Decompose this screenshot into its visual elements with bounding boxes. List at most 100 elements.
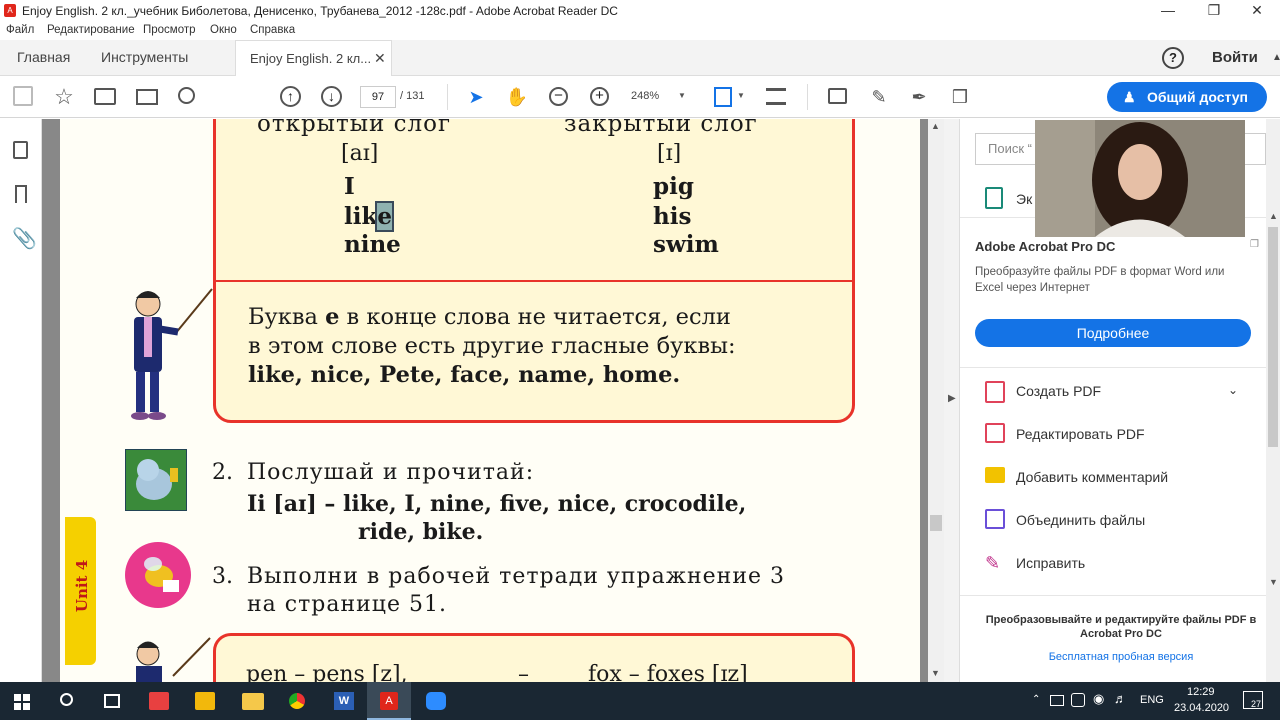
- tray-chevron-icon[interactable]: ⌃: [1032, 694, 1040, 705]
- highlight-pen-icon[interactable]: ✎: [867, 85, 891, 109]
- add-comment-icon[interactable]: [985, 467, 1005, 483]
- bookmark-star-icon[interactable]: ☆: [52, 85, 76, 109]
- document-scrollbar[interactable]: ▲ ▼: [928, 119, 944, 682]
- clock-time[interactable]: 12:29: [1187, 686, 1215, 698]
- zoom-app-icon[interactable]: [426, 692, 446, 710]
- menu-window[interactable]: Окно: [210, 24, 237, 36]
- help-icon[interactable]: ?: [1162, 47, 1184, 69]
- taskbar-search-icon[interactable]: [60, 693, 73, 706]
- chrome-icon[interactable]: [287, 691, 307, 711]
- zoom-in-icon[interactable]: +: [590, 87, 609, 106]
- menu-view[interactable]: Просмотр: [143, 24, 196, 36]
- tool-fill-sign[interactable]: Исправить: [1016, 555, 1085, 571]
- notification-center-icon[interactable]: 27: [1243, 691, 1263, 709]
- export-pdf-icon[interactable]: [985, 187, 1003, 209]
- task-view-icon[interactable]: [104, 694, 120, 708]
- free-trial-link[interactable]: Бесплатная пробная версия: [975, 651, 1267, 663]
- wifi-icon[interactable]: ◉: [1093, 691, 1104, 707]
- zoom-dropdown-icon[interactable]: ▼: [678, 91, 686, 100]
- tab-tools[interactable]: Инструменты: [101, 40, 188, 76]
- sign-icon[interactable]: ✒: [907, 85, 931, 109]
- zoom-out-icon[interactable]: −: [549, 87, 568, 106]
- document-scrollbar-thumb[interactable]: [930, 515, 942, 531]
- search-icon[interactable]: [178, 87, 195, 104]
- fill-sign-pen-icon[interactable]: ✎: [985, 553, 1000, 574]
- menu-file[interactable]: Файл: [6, 24, 34, 36]
- zoom-level[interactable]: 248%: [631, 90, 659, 102]
- document-viewer[interactable]: открытый слог закрытый слог [aɪ] [ɪ] I l…: [42, 119, 928, 682]
- prev-page-icon[interactable]: ↑: [280, 86, 301, 107]
- rule-line-1-start: Буква: [248, 304, 326, 330]
- tool-edit-pdf[interactable]: Редактировать PDF: [1016, 426, 1145, 442]
- right-pane-toggle-icon[interactable]: ▶: [948, 393, 956, 404]
- chevron-down-icon[interactable]: ⌄: [1228, 383, 1238, 397]
- clock-date[interactable]: 23.04.2020: [1174, 702, 1229, 714]
- more-tabs-icon[interactable]: ▲: [1272, 52, 1280, 63]
- next-page-icon[interactable]: ↓: [321, 86, 342, 107]
- fit-page-icon[interactable]: [714, 87, 732, 107]
- comment-icon[interactable]: [828, 88, 847, 104]
- maximize-button[interactable]: ❐: [1191, 0, 1237, 21]
- tab-home[interactable]: Главная: [17, 40, 70, 76]
- plural-foxes: fox – foxes [ɪz]: [588, 662, 748, 682]
- learn-more-button[interactable]: Подробнее: [975, 319, 1251, 347]
- select-tool-icon[interactable]: ➤: [464, 85, 488, 109]
- right-pane-toggle[interactable]: ▶: [944, 119, 960, 682]
- exercise-3-line-2: на странице 51.: [247, 592, 447, 617]
- menu-help[interactable]: Справка: [250, 24, 295, 36]
- file-explorer-icon[interactable]: [242, 693, 264, 710]
- bookmarks-icon[interactable]: [15, 185, 27, 203]
- network-icon[interactable]: [1071, 693, 1085, 707]
- tool-add-comment[interactable]: Добавить комментарий: [1016, 469, 1168, 485]
- fill-sign-icon[interactable]: ❒: [948, 85, 972, 109]
- scroll-up-icon[interactable]: ▲: [931, 121, 940, 131]
- store-icon[interactable]: [195, 692, 215, 710]
- create-pdf-icon[interactable]: [985, 381, 1005, 403]
- tab-close-icon[interactable]: ✕: [374, 41, 386, 76]
- rule-box-divider: [216, 280, 852, 282]
- acrobat-taskbar-button[interactable]: A: [367, 682, 411, 720]
- close-promo-icon[interactable]: ❐: [1250, 239, 1259, 250]
- scroll-down-icon[interactable]: ▼: [931, 668, 940, 678]
- language-indicator[interactable]: ENG: [1140, 694, 1164, 706]
- page-thumbnails-icon[interactable]: [13, 141, 28, 159]
- page-number-input[interactable]: 97: [360, 86, 396, 108]
- pane-divider: [960, 595, 1266, 596]
- scroll-up-icon[interactable]: ▲: [1269, 211, 1278, 221]
- exercise-2-number: 2.: [212, 460, 233, 485]
- volume-icon[interactable]: ♬: [1114, 691, 1127, 706]
- menu-bar: Файл Редактирование Просмотр Окно Справк…: [0, 21, 1280, 40]
- tools-pane-scrollbar[interactable]: ▲ ▼: [1266, 119, 1280, 682]
- word-nine: nine: [344, 231, 401, 258]
- tools-pane-scrollbar-thumb[interactable]: [1268, 227, 1278, 447]
- word-like-stem: lik: [344, 203, 378, 230]
- print-icon[interactable]: [94, 88, 116, 105]
- signin-link[interactable]: Войти: [1212, 49, 1258, 66]
- windows-taskbar: W A ⌃ ◉ ♬ ENG 12:29 23.04.2020 27: [0, 682, 1280, 720]
- tab-document[interactable]: Enjoy English. 2 кл... ✕: [235, 40, 392, 76]
- combine-files-icon[interactable]: [985, 509, 1005, 529]
- scroll-down-icon[interactable]: ▼: [1269, 577, 1278, 587]
- email-icon[interactable]: [136, 89, 158, 105]
- scroll-mode-icon[interactable]: [766, 88, 786, 105]
- tool-create-pdf[interactable]: Создать PDF: [1016, 383, 1101, 399]
- gift-app-icon[interactable]: [149, 692, 169, 710]
- fit-dropdown-icon[interactable]: ▼: [737, 91, 745, 100]
- hand-tool-icon[interactable]: ✋: [505, 85, 529, 109]
- selected-letter-e: e: [375, 201, 395, 232]
- menu-edit[interactable]: Редактирование: [47, 24, 135, 36]
- share-button[interactable]: ♟ Общий доступ: [1107, 82, 1267, 112]
- unit-label: Unit 4: [73, 559, 91, 613]
- tray-display-icon[interactable]: [1050, 695, 1064, 706]
- save-icon[interactable]: [13, 86, 33, 106]
- windows-start-icon[interactable]: [14, 694, 30, 710]
- acrobat-taskbar-icon: A: [380, 692, 398, 710]
- word-icon[interactable]: W: [334, 692, 354, 710]
- edit-pdf-icon[interactable]: [985, 423, 1005, 443]
- webcam-person-image: [1035, 120, 1245, 237]
- close-button[interactable]: ✕: [1234, 0, 1280, 21]
- minimize-button[interactable]: —: [1145, 0, 1191, 21]
- tool-combine-files[interactable]: Объединить файлы: [1016, 512, 1145, 528]
- export-pdf-label[interactable]: Эк: [1016, 191, 1032, 207]
- attachments-icon[interactable]: 📎: [12, 226, 37, 251]
